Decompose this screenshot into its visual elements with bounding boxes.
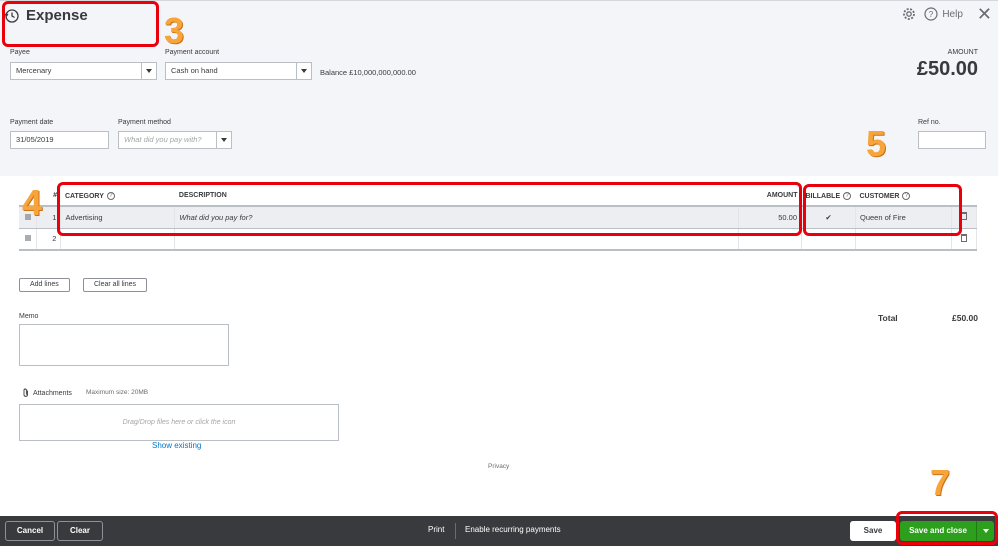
annotation-number-7: 7 <box>930 462 951 503</box>
amount-label: AMOUNT <box>947 49 978 56</box>
payee-value: Mercenary <box>16 66 52 75</box>
privacy-link[interactable]: Privacy <box>488 463 509 470</box>
save-button[interactable]: Save <box>850 521 896 541</box>
total-label: Total <box>878 313 898 323</box>
account-balance: Balance £10,000,000,000.00 <box>320 68 416 77</box>
print-button[interactable]: Print <box>428 525 444 534</box>
payment-date-label: Payment date <box>10 119 54 126</box>
footer-bar: Cancel Clear Print Enable recurring paym… <box>0 516 998 546</box>
clear-button[interactable]: Clear <box>57 521 103 541</box>
payment-date-value: 31/05/2019 <box>16 135 54 144</box>
svg-text:?: ? <box>929 10 934 19</box>
payment-account-value: Cash on hand <box>171 66 218 75</box>
payment-account-select[interactable]: Cash on hand <box>165 62 312 80</box>
memo-textarea[interactable] <box>19 324 229 366</box>
annotation-number-3: 3 <box>164 10 185 51</box>
payment-date-field[interactable]: 31/05/2019 <box>10 131 109 149</box>
annotation-box-category-table <box>57 182 802 236</box>
annotation-box-save-close <box>896 511 998 545</box>
paperclip-icon[interactable] <box>22 388 30 398</box>
clear-all-lines-button[interactable]: Clear all lines <box>83 278 148 292</box>
payee-label: Payee <box>10 49 30 56</box>
payment-method-label: Payment method <box>118 119 171 126</box>
amount-total-display: £50.00 <box>916 58 978 80</box>
ref-no-field[interactable] <box>918 131 986 149</box>
help-icon[interactable]: ? <box>924 7 938 21</box>
attachment-dropzone[interactable]: Drag/Drop files here or click the icon <box>19 404 339 441</box>
recurring-button[interactable]: Enable recurring payments <box>465 525 561 534</box>
attachments-max-size: Maximum size: 20MB <box>86 389 149 396</box>
header-actions: ? Help ✕ <box>902 5 992 23</box>
ref-no-label: Ref no. <box>918 119 941 126</box>
chevron-down-icon[interactable] <box>141 63 156 79</box>
memo-label: Memo <box>19 313 39 320</box>
trash-icon[interactable] <box>960 233 967 242</box>
annotation-box-title <box>2 1 159 47</box>
cancel-button[interactable]: Cancel <box>5 521 55 541</box>
annotation-box-billable-customer <box>803 184 962 236</box>
show-existing-link[interactable]: Show existing <box>152 441 201 450</box>
attachments-text: Attachments <box>33 389 72 397</box>
add-lines-button[interactable]: Add lines <box>19 278 70 292</box>
chevron-down-icon[interactable] <box>296 63 311 79</box>
attachments-label: Attachments <box>22 388 72 398</box>
total-value: £50.00 <box>952 313 978 323</box>
help-link[interactable]: Help <box>942 9 963 20</box>
row-grip[interactable] <box>19 228 38 251</box>
payment-method-select[interactable]: What did you pay with? <box>118 131 232 149</box>
payee-select[interactable]: Mercenary <box>10 62 157 80</box>
footer-divider <box>455 523 456 539</box>
annotation-number-5: 5 <box>866 123 887 164</box>
payment-method-placeholder: What did you pay with? <box>124 135 202 144</box>
annotation-number-4: 4 <box>22 182 43 223</box>
chevron-down-icon[interactable] <box>216 132 231 148</box>
drag-handle-icon[interactable] <box>24 235 31 242</box>
gear-icon[interactable] <box>902 7 916 21</box>
close-icon[interactable]: ✕ <box>977 5 992 23</box>
